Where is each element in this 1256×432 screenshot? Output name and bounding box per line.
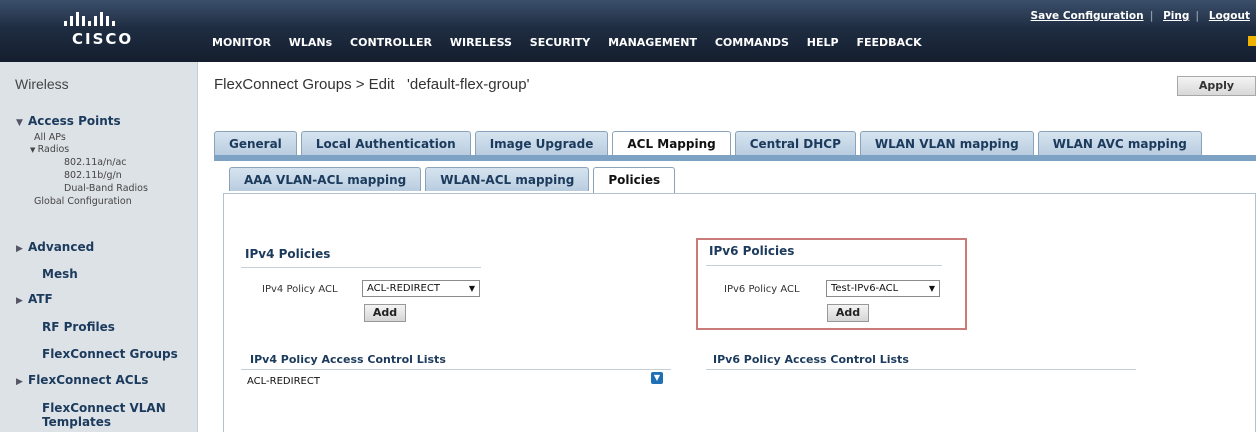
save-configuration-link[interactable]: Save Configuration bbox=[1025, 10, 1150, 22]
ipv4-acl-list-title: IPv4 Policy Access Control Lists bbox=[250, 353, 446, 366]
sidebar: Wireless ▼ Access Points All APs ▼ Radios… bbox=[0, 62, 198, 432]
sidebar-title: Wireless bbox=[15, 76, 69, 92]
sidebar-item-all-aps[interactable]: All APs bbox=[34, 132, 66, 143]
ipv4-policy-acl-label: IPv4 Policy ACL bbox=[262, 284, 338, 295]
nav-wireless[interactable]: WIRELESS bbox=[450, 36, 512, 49]
tab-central-dhcp[interactable]: Central DHCP bbox=[734, 131, 856, 155]
ipv6-acl-list-title: IPv6 Policy Access Control Lists bbox=[713, 353, 909, 366]
sidebar-item-radio-b[interactable]: 802.11b/g/n bbox=[64, 170, 122, 181]
nav-security[interactable]: SECURITY bbox=[530, 36, 590, 49]
tab-wlan-avc-mapping[interactable]: WLAN AVC mapping bbox=[1037, 131, 1202, 155]
cisco-bars-icon bbox=[64, 12, 124, 26]
top-links: Save Configuration | Ping | Logout bbox=[1025, 10, 1256, 22]
main-nav: MONITOR WLANs CONTROLLER WIRELESS SECURI… bbox=[212, 36, 936, 49]
sidebar-item-advanced[interactable]: ▶ Advanced bbox=[16, 240, 94, 254]
home-icon[interactable] bbox=[1248, 36, 1256, 46]
sidebar-item-flexconnect-groups[interactable]: FlexConnect Groups bbox=[42, 347, 178, 361]
collapsed-triangle-icon: ▶ bbox=[16, 377, 23, 387]
tab-underline bbox=[214, 155, 1256, 161]
sidebar-item-access-points[interactable]: ▼ Access Points bbox=[16, 114, 121, 128]
ipv6-policy-acl-label: IPv6 Policy ACL bbox=[724, 284, 800, 295]
sidebar-item-flexconnect-vlan-templates[interactable]: FlexConnect VLAN Templates bbox=[42, 401, 192, 429]
sidebar-item-flexconnect-acls[interactable]: ▶ FlexConnect ACLs bbox=[16, 373, 148, 387]
ipv6-add-button[interactable]: Add bbox=[827, 304, 869, 322]
top-header: CISCO Save Configuration | Ping | Logout M… bbox=[0, 0, 1256, 62]
primary-tabs: General Local Authentication Image Upgra… bbox=[214, 131, 1206, 157]
dropdown-arrow-icon: ▼ bbox=[928, 284, 935, 293]
tab-aaa-vlan-acl-mapping[interactable]: AAA VLAN-ACL mapping bbox=[229, 167, 422, 191]
row-menu-dropdown-icon[interactable]: ▼ bbox=[651, 372, 663, 384]
ipv6-policy-acl-select[interactable]: Test-IPv6-ACL ▼ bbox=[826, 280, 940, 297]
sidebar-item-radio-a[interactable]: 802.11a/n/ac bbox=[64, 157, 127, 168]
tab-wlan-acl-mapping[interactable]: WLAN-ACL mapping bbox=[425, 167, 590, 191]
cisco-logo: CISCO bbox=[0, 0, 206, 62]
sidebar-item-radio-dual[interactable]: Dual-Band Radios bbox=[64, 183, 148, 194]
nav-help[interactable]: HELP bbox=[807, 36, 839, 49]
tab-wlan-vlan-mapping[interactable]: WLAN VLAN mapping bbox=[859, 131, 1034, 155]
sidebar-item-radios[interactable]: ▼ Radios bbox=[30, 144, 69, 155]
nav-management[interactable]: MANAGEMENT bbox=[608, 36, 697, 49]
ipv4-acl-list-item: ACL-REDIRECT bbox=[247, 376, 320, 387]
collapsed-triangle-icon: ▶ bbox=[16, 244, 23, 254]
sidebar-item-rf-profiles[interactable]: RF Profiles bbox=[42, 320, 115, 334]
sidebar-item-global-configuration[interactable]: Global Configuration bbox=[34, 196, 132, 207]
tab-local-authentication[interactable]: Local Authentication bbox=[300, 131, 471, 155]
expand-triangle-icon: ▼ bbox=[16, 118, 23, 128]
nav-monitor[interactable]: MONITOR bbox=[212, 36, 271, 49]
tab-acl-mapping[interactable]: ACL Mapping bbox=[612, 131, 731, 157]
ipv6-title-divider bbox=[706, 265, 942, 266]
sidebar-item-mesh[interactable]: Mesh bbox=[42, 267, 78, 281]
cisco-logo-text: CISCO bbox=[72, 30, 134, 48]
dropdown-arrow-icon: ▼ bbox=[468, 284, 475, 293]
ipv4-add-button[interactable]: Add bbox=[364, 304, 406, 322]
secondary-tabs: AAA VLAN-ACL mapping WLAN-ACL mapping Po… bbox=[229, 167, 679, 193]
nav-controller[interactable]: CONTROLLER bbox=[350, 36, 432, 49]
tab-image-upgrade[interactable]: Image Upgrade bbox=[474, 131, 609, 155]
tab-general[interactable]: General bbox=[214, 131, 297, 155]
tab-policies[interactable]: Policies bbox=[593, 167, 676, 193]
ipv6-policies-title: IPv6 Policies bbox=[709, 244, 795, 258]
nav-commands[interactable]: COMMANDS bbox=[715, 36, 789, 49]
ipv4-title-divider bbox=[241, 267, 481, 268]
nav-wlans[interactable]: WLANs bbox=[289, 36, 332, 49]
ipv4-list-divider bbox=[241, 369, 671, 370]
ping-link[interactable]: Ping bbox=[1157, 10, 1195, 22]
collapsed-triangle-icon: ▶ bbox=[16, 296, 23, 306]
logout-link[interactable]: Logout bbox=[1203, 10, 1256, 22]
ipv6-list-divider bbox=[706, 369, 1136, 370]
apply-button[interactable]: Apply bbox=[1177, 76, 1256, 96]
sidebar-item-atf[interactable]: ▶ ATF bbox=[16, 292, 53, 306]
ipv4-policy-acl-select[interactable]: ACL-REDIRECT ▼ bbox=[362, 280, 480, 297]
page-title: FlexConnect Groups > Edit 'default-flex-… bbox=[214, 76, 530, 93]
ipv4-policies-title: IPv4 Policies bbox=[245, 247, 331, 261]
nav-feedback[interactable]: FEEDBACK bbox=[856, 36, 921, 49]
